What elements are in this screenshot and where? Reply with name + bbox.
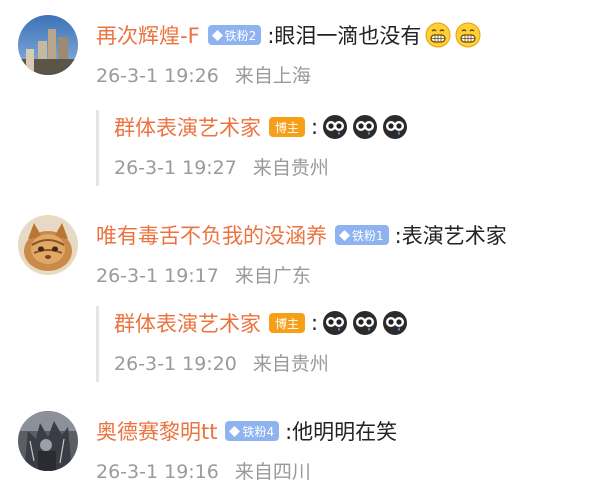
blogger-badge: 博主 xyxy=(269,117,306,137)
fan-badge[interactable]: 铁粉2 xyxy=(207,25,262,45)
location: 来自四川 xyxy=(234,461,311,483)
diamond-icon xyxy=(339,229,350,241)
blogger-badge: 博主 xyxy=(269,313,306,333)
reply-text: : xyxy=(311,115,319,139)
username[interactable]: 再次辉煌-F xyxy=(96,20,200,50)
username[interactable]: 唯有毒舌不负我的没涵养 xyxy=(96,220,327,250)
crying-emoji xyxy=(322,114,348,140)
comment-item: 唯有毒舌不负我的没涵养 铁粉1 :表演艺术家 26-3-1 19:17 来自广东… xyxy=(0,200,600,390)
comment-header: 唯有毒舌不负我的没涵养 铁粉1 :表演艺术家 xyxy=(96,217,507,253)
timestamp: 26-3-1 19:27 xyxy=(114,157,237,179)
crying-emoji xyxy=(382,310,408,336)
timestamp: 26-3-1 19:16 xyxy=(96,461,219,483)
comment-meta: 26-3-1 19:17 来自广东 xyxy=(96,261,311,288)
reply-divider xyxy=(96,306,99,382)
fan-badge-label: 铁粉4 xyxy=(242,424,275,439)
location: 来自广东 xyxy=(234,265,311,287)
reply-username[interactable]: 群体表演艺术家 xyxy=(114,308,261,338)
timestamp: 26-3-1 19:17 xyxy=(96,265,219,287)
grin-emoji xyxy=(425,22,451,48)
username[interactable]: 奥德赛黎明tt xyxy=(96,416,217,446)
fan-badge-label: 铁粉1 xyxy=(352,228,384,243)
fan-badge[interactable]: 铁粉1 xyxy=(335,225,389,245)
fan-badge[interactable]: 铁粉4 xyxy=(225,421,280,441)
location: 来自贵州 xyxy=(252,157,329,179)
reply-header: 群体表演艺术家 博主 : xyxy=(114,305,408,341)
location: 来自贵州 xyxy=(252,353,329,375)
fan-badge-label: 铁粉2 xyxy=(224,28,257,43)
reply-divider xyxy=(96,110,99,186)
comment-meta: 26-3-1 19:16 来自四川 xyxy=(96,457,311,484)
avatar[interactable] xyxy=(18,15,78,75)
crying-emoji xyxy=(382,114,408,140)
diamond-icon xyxy=(229,425,241,437)
location: 来自上海 xyxy=(234,65,311,87)
grin-emoji xyxy=(455,22,481,48)
comment-text: :眼泪一滴也没有 xyxy=(267,24,422,48)
comment-header: 奥德赛黎明tt 铁粉4 :他明明在笑 xyxy=(96,413,397,449)
timestamp: 26-3-1 19:26 xyxy=(96,65,219,87)
comment-header: 再次辉煌-F 铁粉2 :眼泪一滴也没有 xyxy=(96,17,481,53)
comment-item: 再次辉煌-F 铁粉2 :眼泪一滴也没有 26-3-1 19:26 来自上海 群体… xyxy=(0,0,600,186)
diamond-icon xyxy=(211,29,223,41)
avatar[interactable] xyxy=(18,215,78,275)
crying-emoji xyxy=(322,310,348,336)
reply-meta: 26-3-1 19:27 来自贵州 xyxy=(114,153,329,180)
crying-emoji xyxy=(352,310,378,336)
crying-emoji xyxy=(352,114,378,140)
reply-text: : xyxy=(311,311,319,335)
avatar[interactable] xyxy=(18,411,78,471)
comment-item: 奥德赛黎明tt 铁粉4 :他明明在笑 26-3-1 19:16 来自四川 xyxy=(0,396,600,494)
comment-text: :表演艺术家 xyxy=(394,224,507,248)
comment-text: :他明明在笑 xyxy=(285,420,398,444)
comment-meta: 26-3-1 19:26 来自上海 xyxy=(96,61,311,88)
reply-header: 群体表演艺术家 博主 : xyxy=(114,109,408,145)
reply-meta: 26-3-1 19:20 来自贵州 xyxy=(114,349,329,376)
timestamp: 26-3-1 19:20 xyxy=(114,353,237,375)
reply-username[interactable]: 群体表演艺术家 xyxy=(114,112,261,142)
